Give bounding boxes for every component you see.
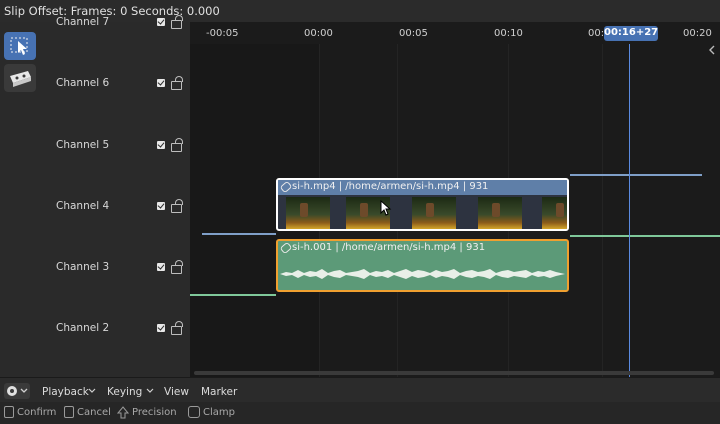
status-precision: Precision bbox=[132, 407, 177, 418]
tool-panel bbox=[0, 22, 46, 377]
channel-mute-checkbox[interactable] bbox=[157, 263, 165, 271]
ruler-tick: -00:05 bbox=[206, 28, 239, 39]
movie-strip-label: si-h.mp4 | /home/armen/si-h.mp4 | 931 bbox=[292, 181, 489, 192]
status-cancel: Cancel bbox=[77, 407, 111, 418]
header-title: Slip Offset: Frames: 0 Seconds: 0.000 bbox=[4, 4, 220, 18]
editor-type-dropdown[interactable] bbox=[4, 383, 30, 399]
ruler-tick: 00:20 bbox=[683, 28, 712, 39]
chevron-down-icon bbox=[146, 388, 154, 393]
sound-strip-label: si-h.001 | /home/armen/si-h.mp4 | 931 bbox=[292, 242, 486, 253]
sequencer-timeline[interactable]: -00:05 00:00 00:05 00:10 00:15 00:20 si-… bbox=[190, 22, 720, 377]
video-thumbnail bbox=[286, 197, 330, 229]
marker-menu[interactable]: Marker bbox=[201, 386, 237, 398]
horizontal-scrollbar[interactable] bbox=[194, 371, 714, 375]
video-thumbnail bbox=[478, 197, 522, 229]
link-icon bbox=[279, 180, 293, 194]
channel-label: Channel 5 bbox=[56, 139, 110, 151]
movie-strip-header: si-h.mp4 | /home/armen/si-h.mp4 | 931 bbox=[278, 180, 567, 195]
lock-icon[interactable] bbox=[171, 321, 183, 335]
lock-icon[interactable] bbox=[171, 199, 183, 213]
lock-icon[interactable] bbox=[171, 76, 183, 90]
editor-type-icon bbox=[7, 386, 28, 396]
status-bar: Confirm Cancel Precision Clamp bbox=[0, 402, 720, 424]
sound-offset-line bbox=[190, 294, 276, 296]
status-confirm: Confirm bbox=[17, 407, 57, 418]
lock-icon[interactable] bbox=[171, 15, 183, 29]
video-thumbnail bbox=[412, 197, 456, 229]
channel-label: Channel 7 bbox=[56, 16, 110, 28]
view-menu[interactable]: View bbox=[164, 386, 189, 398]
keying-menu-label: Keying bbox=[107, 386, 143, 398]
select-box-icon bbox=[10, 37, 28, 55]
playback-menu[interactable]: Playback bbox=[36, 383, 98, 399]
movie-strip[interactable]: si-h.mp4 | /home/armen/si-h.mp4 | 931 bbox=[276, 178, 569, 231]
mouse-left-icon bbox=[4, 406, 14, 418]
select-box-tool-button[interactable] bbox=[4, 32, 36, 60]
video-thumbnail bbox=[542, 197, 567, 229]
sound-strip[interactable]: si-h.001 | /home/armen/si-h.mp4 | 931 bbox=[276, 239, 569, 292]
expand-sidebar-icon[interactable] bbox=[706, 44, 718, 56]
channel-mute-checkbox[interactable] bbox=[157, 202, 165, 210]
mouse-right-icon bbox=[64, 406, 74, 418]
grid-line bbox=[602, 44, 603, 377]
movie-offset-line bbox=[202, 233, 276, 235]
status-clamp: Clamp bbox=[203, 407, 235, 418]
channel-mute-checkbox[interactable] bbox=[157, 141, 165, 149]
channel-label: Channel 6 bbox=[56, 77, 110, 89]
playhead-frame-indicator[interactable]: 00:16+27 bbox=[604, 26, 658, 41]
channel-mute-checkbox[interactable] bbox=[157, 79, 165, 87]
playhead-time: 00:16+27 bbox=[604, 27, 659, 38]
blade-tool-button[interactable] bbox=[4, 64, 36, 92]
channel-label: Channel 2 bbox=[56, 322, 110, 334]
playhead-line[interactable] bbox=[629, 44, 630, 377]
link-icon bbox=[279, 241, 293, 255]
ctrl-key-icon bbox=[188, 406, 200, 418]
playback-menu-label: Playback bbox=[42, 386, 89, 398]
channel-list: Channel 7 Channel 6 Channel 5 Channel 4 … bbox=[46, 15, 190, 377]
shift-key-icon bbox=[117, 406, 129, 419]
channel-label: Channel 3 bbox=[56, 261, 110, 273]
blade-icon bbox=[10, 71, 31, 87]
lock-icon[interactable] bbox=[171, 138, 183, 152]
ruler-tick: 00:00 bbox=[304, 28, 333, 39]
keying-menu[interactable]: Keying bbox=[102, 383, 156, 399]
ruler-tick: 00:10 bbox=[494, 28, 523, 39]
lock-icon[interactable] bbox=[171, 260, 183, 274]
channel-mute-checkbox[interactable] bbox=[157, 18, 165, 26]
movie-offset-line bbox=[570, 174, 702, 176]
sound-offset-line bbox=[570, 235, 720, 237]
chevron-down-icon bbox=[88, 388, 96, 393]
ruler-tick: 00:05 bbox=[399, 28, 428, 39]
audio-waveform bbox=[280, 269, 565, 279]
menu-bar: Playback Keying View Marker bbox=[0, 377, 720, 402]
channel-label: Channel 4 bbox=[56, 200, 110, 212]
channel-mute-checkbox[interactable] bbox=[157, 324, 165, 332]
mouse-cursor-icon bbox=[380, 200, 392, 216]
